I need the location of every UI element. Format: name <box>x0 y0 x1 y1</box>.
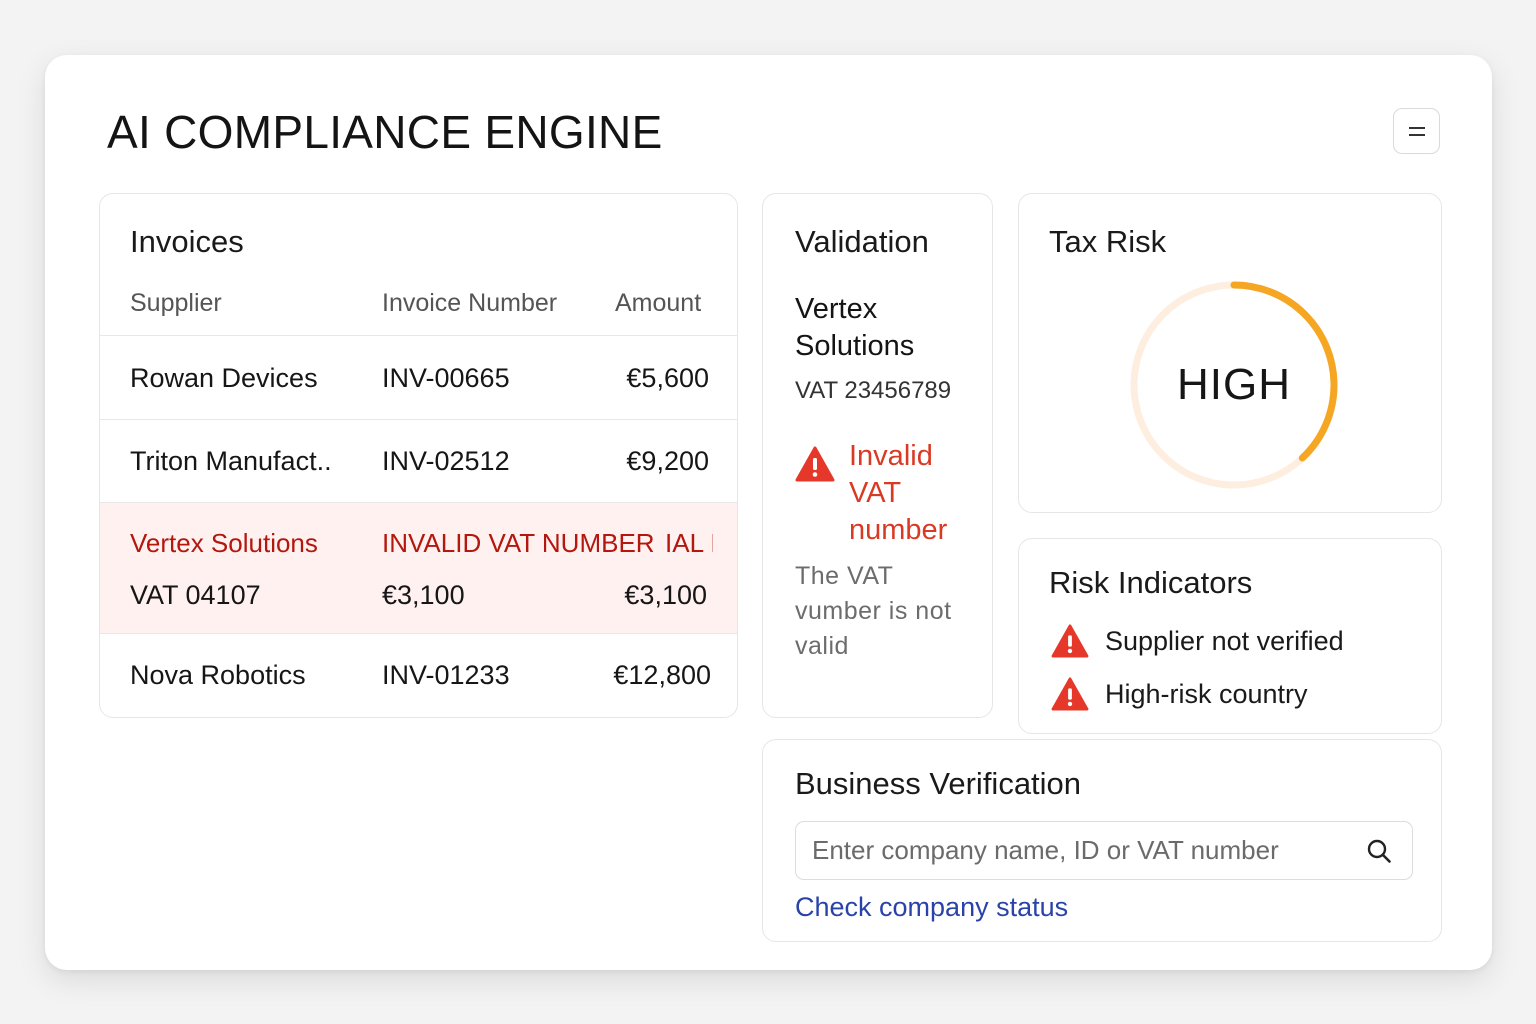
risk-indicator-label: Supplier not verified <box>1105 625 1344 656</box>
row-invoice-number: INV-00665 <box>382 363 510 393</box>
row-supplier: Vertex Solutions <box>130 528 318 558</box>
row-invoice-number: INV-01233 <box>382 660 510 690</box>
page-title: AI COMPLIANCE ENGINE <box>107 106 663 158</box>
warning-icon <box>1051 624 1089 658</box>
tax-risk-title: Tax Risk <box>1049 224 1167 259</box>
validation-card: Validation Vertex Solutions VAT 23456789… <box>762 193 993 718</box>
risk-level: HIGH <box>1177 360 1291 409</box>
validation-title: Validation <box>795 224 929 259</box>
row-truncated-label: IAL I <box>665 528 713 558</box>
column-header-amount: Amount <box>615 289 702 317</box>
row-supplier: Triton Manufact.. <box>130 446 332 476</box>
row-vat: VAT 04107 <box>130 580 261 610</box>
search-icon[interactable] <box>1366 838 1392 864</box>
row-supplier: Rowan Devices <box>130 363 318 393</box>
row-amount: €9,200 <box>626 446 709 476</box>
warning-icon <box>795 446 835 482</box>
row-amount: €5,600 <box>626 363 709 393</box>
risk-indicator-item: Supplier not verified <box>1051 624 1344 658</box>
table-row[interactable]: Nova Robotics INV-01233 €12,800 <box>100 633 737 717</box>
validation-vat: VAT 23456789 <box>795 377 952 404</box>
table-row[interactable]: Triton Manufact.. INV-02512 €9,200 <box>100 419 737 502</box>
search-input[interactable] <box>812 830 1352 870</box>
row-amount: €3,100 <box>624 580 707 610</box>
menu-icon <box>1408 126 1425 136</box>
check-company-status-link[interactable]: Check company status <box>795 892 1068 923</box>
tax-risk-card: Tax Risk HIGH <box>1018 193 1442 513</box>
row-supplier: Nova Robotics <box>130 660 306 690</box>
menu-button[interactable] <box>1393 108 1440 154</box>
search-box[interactable] <box>795 821 1413 880</box>
row-invalid-vat-label: INVALID VAT NUMBER <box>382 528 655 558</box>
row-amount: €3,100 <box>382 580 465 610</box>
risk-indicators-card: Risk Indicators Supplier not verified Hi… <box>1018 538 1442 734</box>
risk-indicator-label: High-risk country <box>1105 678 1308 709</box>
invoices-card: Invoices Supplier Invoice Number Amount … <box>99 193 738 718</box>
validation-company: Vertex Solutions <box>795 293 915 362</box>
column-header-invoice-number: Invoice Number <box>382 289 558 317</box>
validation-error-description: The VAT vumber is not valid <box>795 562 952 660</box>
risk-indicator-item: High-risk country <box>1051 677 1308 711</box>
business-verification-title: Business Verification <box>795 766 1082 801</box>
row-invoice-number: INV-02512 <box>382 446 510 476</box>
business-verification-card: Business Verification Check company stat… <box>762 739 1442 942</box>
validation-error-title: Invalid VAT number <box>849 440 948 546</box>
row-amount: €12,800 <box>613 660 711 690</box>
table-row[interactable]: Rowan Devices INV-00665 €5,600 <box>100 335 737 419</box>
table-row-flagged[interactable]: Vertex Solutions INVALID VAT NUMBER IAL … <box>100 502 737 633</box>
column-header-supplier: Supplier <box>130 289 222 317</box>
invoices-title: Invoices <box>130 224 244 259</box>
app-window: AI COMPLIANCE ENGINE Invoices Supplier I… <box>45 55 1492 970</box>
risk-indicators-title: Risk Indicators <box>1049 565 1253 600</box>
warning-icon <box>1051 677 1089 711</box>
risk-gauge: HIGH <box>1129 280 1339 490</box>
